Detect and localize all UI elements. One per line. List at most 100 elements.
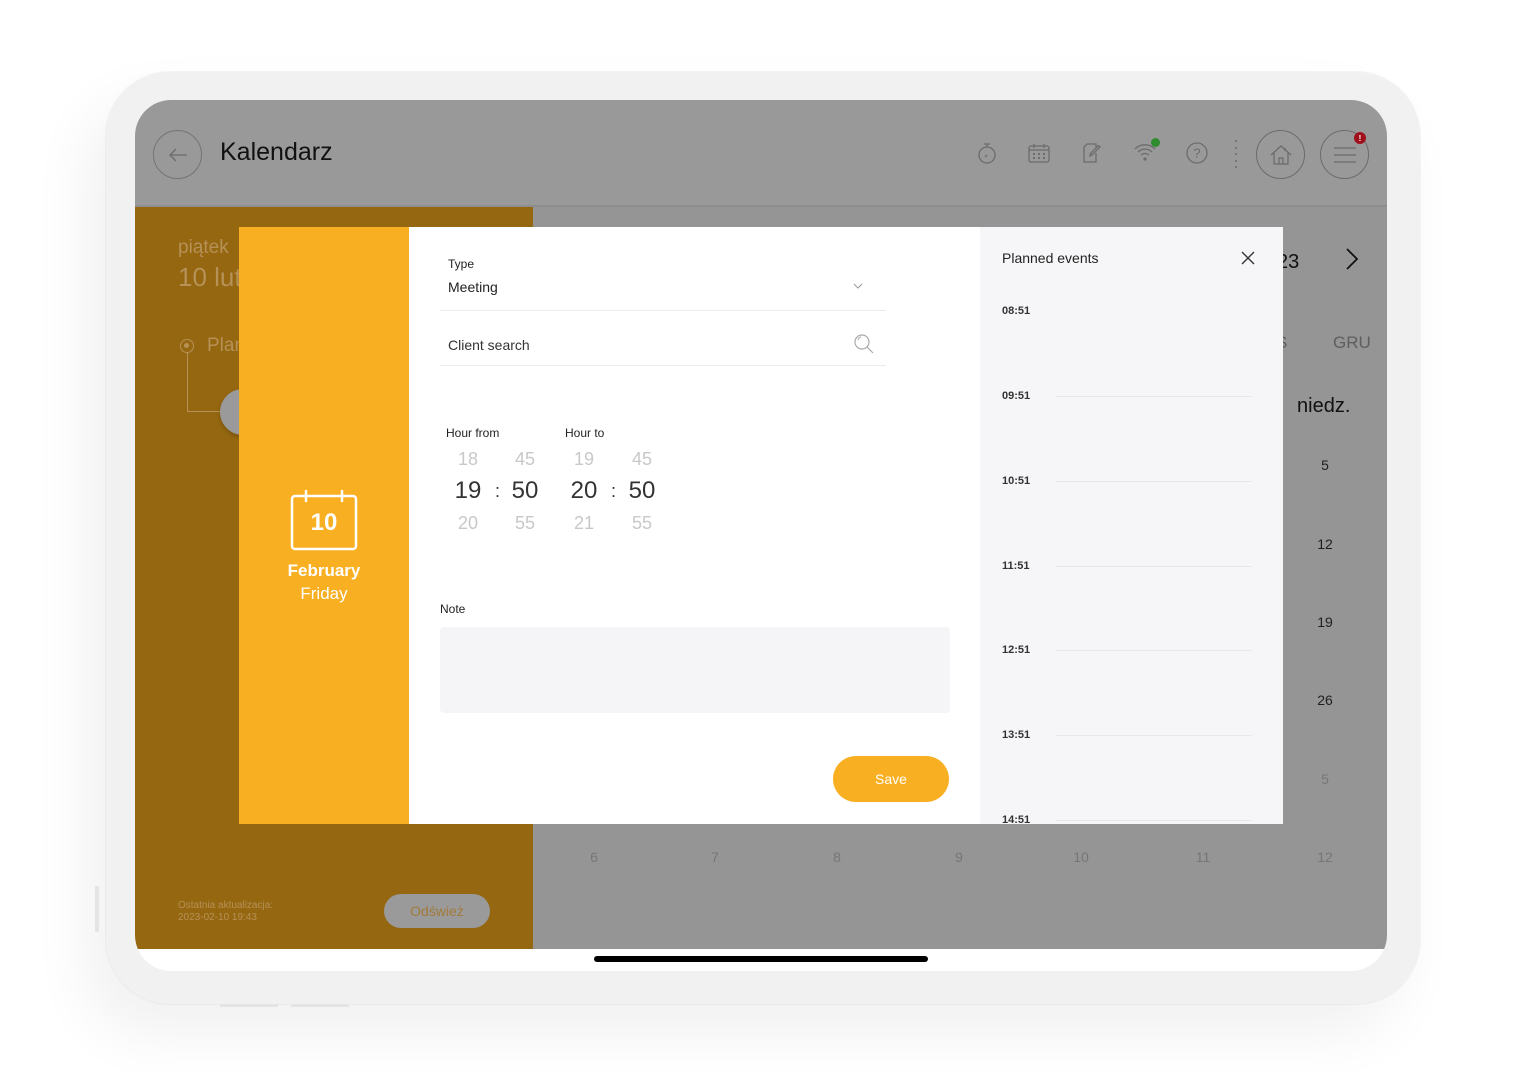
day-cell[interactable]: 19	[1305, 614, 1345, 630]
refresh-button[interactable]: Odśwież	[384, 894, 490, 928]
time-separator: :	[611, 481, 617, 501]
planned-events-panel: Planned events 08:51 09:51 10:51 11:51 1…	[980, 227, 1283, 824]
screen: Kalendarz ? ! piątek 10 lut Plan Ostatni…	[135, 100, 1387, 971]
time-slot-label: 13:51	[1002, 729, 1031, 741]
picker-selected[interactable]: 50	[505, 475, 545, 507]
menu-button[interactable]: !	[1320, 130, 1369, 179]
weekday-header: niedz.	[1297, 395, 1351, 417]
calendar-button[interactable]	[1027, 140, 1051, 166]
day-cell[interactable]: 8	[817, 849, 857, 865]
help-icon: ?	[1186, 142, 1208, 164]
hour-to-label: Hour to	[565, 426, 605, 440]
menu-icon	[1333, 146, 1356, 163]
date-month: February	[287, 561, 361, 580]
save-button[interactable]: Save	[833, 756, 949, 802]
date-label: 10 lut	[178, 262, 242, 292]
home-button[interactable]	[1256, 130, 1305, 179]
notification-badge: !	[1354, 132, 1366, 144]
time-slot-label: 08:51	[1002, 305, 1031, 317]
chevron-down-icon[interactable]	[853, 283, 863, 289]
arrow-left-icon	[168, 148, 187, 161]
day-cell[interactable]: 26	[1305, 692, 1345, 708]
client-search-input[interactable]: Client search	[448, 337, 530, 353]
hour-to-minute-picker[interactable]: 45 50 55	[622, 443, 662, 539]
time-slot-line	[1056, 650, 1252, 651]
time-slot-label: 11:51	[1002, 560, 1030, 572]
day-cell[interactable]: 12	[1305, 849, 1345, 865]
divider	[440, 365, 886, 366]
time-slot-label: 09:51	[1002, 390, 1031, 402]
day-cell[interactable]: 9	[939, 849, 979, 865]
timer-icon	[978, 143, 996, 164]
svg-text:?: ?	[1193, 146, 1200, 161]
page-title: Kalendarz	[220, 138, 333, 166]
last-update-value: 2023-02-10 19:43	[178, 912, 257, 923]
type-label: Type	[448, 257, 475, 271]
online-indicator	[1151, 138, 1160, 147]
time-slot-line	[1056, 396, 1252, 397]
top-bar: Kalendarz ? !	[135, 100, 1387, 207]
picker-selected[interactable]: 19	[448, 475, 488, 507]
connection-status[interactable]	[1133, 138, 1160, 166]
calendar-icon	[1028, 144, 1050, 163]
picker-selected[interactable]: 20	[564, 475, 604, 507]
day-cell[interactable]: 10	[1061, 849, 1101, 865]
add-event-modal: 10 February Friday Type Meeting Client s…	[239, 227, 1283, 824]
note-label: Note	[440, 602, 466, 616]
day-cell[interactable]: 5	[1305, 771, 1345, 787]
day-cell[interactable]: 12	[1305, 536, 1345, 552]
help-button[interactable]: ?	[1185, 140, 1209, 166]
picker-option[interactable]: 45	[505, 443, 545, 475]
date-sidebar: 10 February Friday	[239, 227, 409, 824]
hour-from-label: Hour from	[446, 426, 500, 440]
picker-option[interactable]: 20	[448, 507, 488, 539]
day-cell[interactable]: 7	[695, 849, 735, 865]
note-textarea[interactable]	[440, 627, 950, 713]
picker-option[interactable]: 55	[505, 507, 545, 539]
weekday-label: piątek	[178, 237, 229, 258]
time-slot-label: 10:51	[1002, 475, 1031, 487]
date-weekday: Friday	[300, 584, 348, 603]
next-button[interactable]	[1345, 247, 1359, 276]
picker-option[interactable]: 18	[448, 443, 488, 475]
picker-option[interactable]: 55	[622, 507, 662, 539]
time-slot-line	[1056, 820, 1252, 821]
timeline-line	[187, 352, 188, 412]
timer-button[interactable]	[975, 140, 999, 166]
picker-option[interactable]: 19	[564, 443, 604, 475]
home-icon	[1270, 144, 1291, 165]
volume-button	[220, 1004, 278, 1007]
divider	[440, 310, 886, 311]
time-slot-label: 14:51	[1002, 814, 1031, 824]
more-vertical-icon[interactable]	[1234, 140, 1238, 168]
time-slot-line	[1056, 735, 1252, 736]
volume-button	[291, 1004, 349, 1007]
picker-selected[interactable]: 50	[622, 475, 662, 507]
hour-from-minute-picker[interactable]: 45 50 55	[505, 443, 545, 539]
planned-events-title: Planned events	[1002, 250, 1099, 266]
type-select[interactable]: Meeting	[448, 279, 498, 295]
edit-note-button[interactable]	[1080, 140, 1104, 166]
back-button[interactable]	[153, 130, 202, 179]
date-day-number: 10	[310, 509, 338, 536]
day-cell[interactable]: 5	[1305, 457, 1345, 473]
chevron-right-icon	[1346, 248, 1359, 270]
time-slot-line	[1056, 481, 1252, 482]
picker-option[interactable]: 21	[564, 507, 604, 539]
day-cell[interactable]: 6	[574, 849, 614, 865]
hour-from-hour-picker[interactable]: 18 19 20	[448, 443, 488, 539]
close-icon[interactable]	[1240, 250, 1256, 266]
last-update: Ostatnia aktualizacja: 2023-02-10 19:43	[178, 900, 273, 924]
home-indicator	[594, 956, 928, 962]
time-slot-label: 12:51	[1002, 644, 1031, 656]
month-tab[interactable]: GRU	[1333, 333, 1371, 353]
time-separator: :	[495, 481, 501, 501]
search-icon[interactable]	[853, 333, 875, 355]
target-icon	[180, 339, 194, 353]
side-button	[95, 886, 99, 932]
picker-option[interactable]: 45	[622, 443, 662, 475]
hour-to-hour-picker[interactable]: 19 20 21	[564, 443, 604, 539]
day-cell[interactable]: 11	[1183, 849, 1223, 865]
edit-note-icon	[1083, 143, 1101, 163]
event-form: Type Meeting Client search Hour from Hou…	[409, 227, 980, 824]
